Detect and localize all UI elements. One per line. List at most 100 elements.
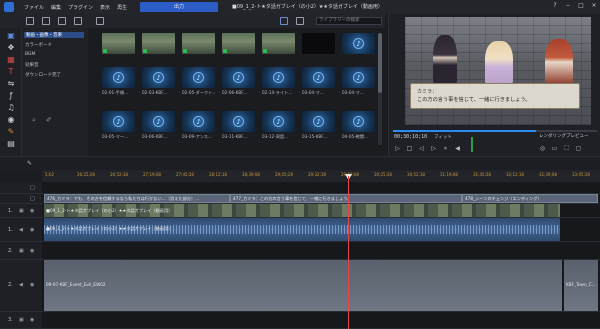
title-lane[interactable]: 476_カミラ：でも、その方を信頼するなら私たちは行かない…（消えた部分）… 4… [42,194,600,204]
minimize-icon[interactable]: ‒ [564,2,572,10]
category-color-board[interactable]: カラーボード [25,42,52,48]
media-tile[interactable]: ♪ 03-04-マ... [302,67,335,96]
next-frame-icon[interactable]: ▷ [430,145,437,152]
subtitle-room-icon[interactable]: ▤ [6,140,16,148]
category-bgm[interactable]: BGM [25,52,35,57]
add-tag-icon[interactable]: ⌕ [32,116,36,125]
media-tile[interactable]: ♪ 02-05-ダークト... [182,67,215,96]
library-scrollbar-thumb[interactable] [378,33,382,93]
popout-icon[interactable]: ▢ [575,145,582,152]
media-tile[interactable]: ♪ 02-06-KBF... [222,67,255,95]
category-sound-effects[interactable]: 効果音 [25,62,39,68]
video-clip[interactable]: ■09_1_2-ト★タ話ガブレイ（の小2）★★タ話ガブレイ（動画用） [44,204,560,217]
lock-icon[interactable]: ▣ [19,317,24,323]
preview-scrubber[interactable] [393,130,597,132]
menu-edit[interactable]: 編集 [51,4,61,11]
media-tile[interactable]: ♪ 02-01-手順... [102,67,135,96]
menu-file[interactable]: ファイル [24,4,44,11]
playhead[interactable] [348,176,349,329]
plugin-icon[interactable] [96,17,104,25]
media-tile[interactable]: ♪ 03-04-マ... [342,67,375,96]
media-tile[interactable]: ♪ 03-12-洞窟... [262,111,295,140]
library-scrollbar[interactable] [378,33,382,145]
menu-view[interactable]: 表示 [100,4,110,11]
category-downloads[interactable]: ダウンロード完了 [25,72,61,78]
zoom-fit-select[interactable]: フィット [434,134,452,140]
import-media-icon[interactable] [26,17,34,25]
lock-icon[interactable]: ▣ [19,248,24,254]
download-icon[interactable] [74,17,82,25]
maximize-icon[interactable]: □ [577,2,585,10]
media-filter-icon[interactable] [42,17,50,25]
library-search-input[interactable]: ライブラリーの検索 [316,17,382,25]
menu-playback[interactable]: 再生 [117,4,127,11]
help-icon[interactable]: ? [551,2,559,10]
media-room-icon[interactable]: ▣ [6,32,16,40]
visibility-icon[interactable]: ◉ [30,317,34,323]
media-tile[interactable] [102,33,135,54]
title-room-icon[interactable]: T [6,68,16,76]
close-icon[interactable]: × [590,2,598,10]
preview-video[interactable]: カミラ： この方の言う事を信じて、一緒に行きましょう。 [405,17,591,125]
camera-icon[interactable]: ▭ [551,145,558,152]
category-media[interactable]: 動画・画像・音楽 [24,32,84,38]
media-tile[interactable]: ♪ 03-11-KBF... [222,111,255,139]
title-clip[interactable]: 477_カミラ：この方の言う事を信じて、一緒に行きましょう。 [230,194,462,203]
media-tile[interactable]: ♪ 03-09-アンス... [182,111,215,140]
media-tile[interactable]: ♪ 03-06-KBF... [142,111,175,139]
effects-room-icon[interactable]: ❖ [6,44,16,52]
media-tile[interactable]: ♪ 03-05-マー... [102,111,135,140]
media-tile[interactable] [222,33,255,54]
media-tile[interactable] [182,33,215,54]
media-tile[interactable] [262,33,295,54]
menu-plugins[interactable]: プラグイン [68,4,93,11]
grid-view-icon[interactable] [280,17,288,25]
chapter-room-icon[interactable]: ✎ [6,128,16,136]
title-clip[interactable]: 478_シーンのチェンジ（エンディング） [462,194,598,203]
audio-lane-2[interactable]: 09-07-KBF_Event_Evil_EW02 KBF_Town_C... [42,260,600,312]
video-lane-3[interactable] [42,312,600,329]
voice-over-icon[interactable]: ◉ [6,116,16,124]
timecode-display[interactable]: 00;30;10;10 [394,134,427,140]
fullscreen-icon[interactable]: ⛶ [563,145,570,152]
video-lane-1[interactable]: ■09_1_2-ト★タ話ガブレイ（の小2）★★タ話ガブレイ（動画用） [42,204,600,218]
media-tile[interactable] [142,33,175,54]
fx-room-icon[interactable]: ƒ [6,92,16,100]
lock-icon[interactable]: ▣ [19,208,24,214]
audio-clip[interactable]: 09-07-KBF_Event_Evil_EW02 [44,260,562,311]
speaker-icon[interactable]: ◀ [19,227,23,233]
edit-tools-icon[interactable]: ✎ [26,160,33,167]
marker-lane[interactable] [42,182,600,194]
volume-icon[interactable]: ◀ [454,145,461,152]
marker-track-icon[interactable]: □ [30,185,35,191]
timeline-ruler[interactable]: 5;02 26;25;28 26;52;18 27;19;08 27;45;28… [42,170,600,182]
list-view-icon[interactable] [296,17,304,25]
fast-forward-icon[interactable]: » [442,145,449,152]
speaker-icon[interactable]: ◀ [19,282,23,288]
stop-icon[interactable]: □ [406,145,413,152]
media-tile[interactable]: ♪ [342,33,375,54]
audio-toggle-icon[interactable]: ◉ [30,227,34,233]
audio-mixer-icon[interactable]: ♫ [6,104,16,112]
app-logo-icon[interactable] [4,2,14,12]
media-tile[interactable]: ♪ 04-05-戦闘... [342,111,375,140]
title-clip[interactable]: 476_カミラ：でも、その方を信頼するなら私たちは行かない…（消えた部分）… [44,194,230,203]
transition-room-icon[interactable]: ⇋ [6,80,16,88]
audio-lane-1[interactable]: ■09_1_2-ト★タ話ガブレイ（の小2）★★タ話ガブレイ（動画用） [42,218,600,242]
media-tile[interactable]: ♪ 02-14-ライト... [262,67,295,96]
media-tile[interactable]: ♪ 03-15-KBF... [302,111,335,139]
play-icon[interactable]: ▷ [394,145,401,152]
pip-room-icon[interactable]: ▦ [6,56,16,64]
media-tile[interactable]: ♪ 02-03-KBF... [142,67,175,95]
render-preview-button[interactable]: レンダリングプレビュー [539,133,589,139]
media-tile[interactable] [302,33,335,54]
audio-toggle-icon[interactable]: ◉ [30,282,34,288]
filter-icon[interactable] [58,17,66,25]
edit-tag-icon[interactable]: ✐ [46,116,52,124]
prev-frame-icon[interactable]: ◁ [418,145,425,152]
visibility-icon[interactable]: ◉ [30,208,34,214]
audio-clip[interactable]: ■09_1_2-ト★タ話ガブレイ（の小2）★★タ話ガブレイ（動画用） [44,218,560,241]
publish-button[interactable]: 出力 [140,2,218,12]
audio-clip[interactable]: KBF_Town_C... [564,260,598,311]
visibility-icon[interactable]: ◉ [30,248,34,254]
